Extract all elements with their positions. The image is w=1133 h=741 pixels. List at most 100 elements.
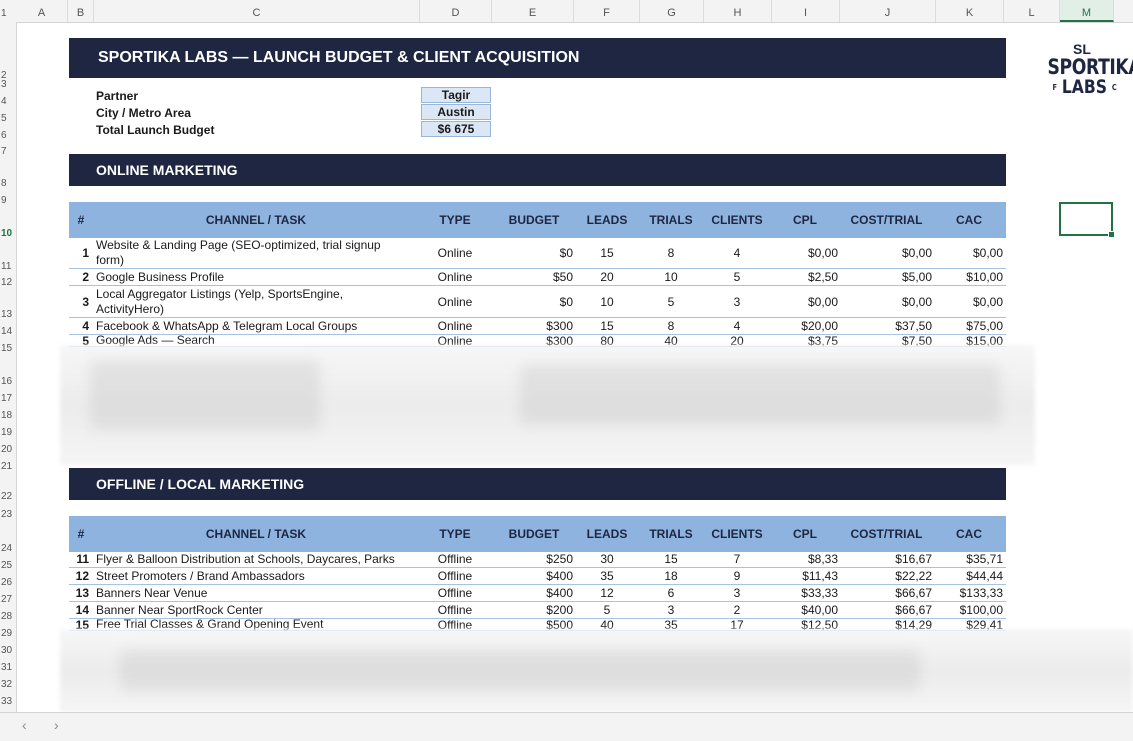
cell-cost-trial[interactable]: $22,22: [841, 568, 932, 584]
column-header-a[interactable]: A: [16, 0, 68, 22]
row-header-7[interactable]: 7: [0, 146, 17, 157]
total-budget-value[interactable]: $6 675: [421, 121, 491, 137]
cell-budget[interactable]: $400: [504, 585, 573, 601]
cell-budget[interactable]: $400: [504, 568, 573, 584]
cell-cpl[interactable]: $33,33: [772, 585, 838, 601]
row-header-30[interactable]: 30: [0, 645, 17, 656]
prev-sheet-arrow-icon[interactable]: ‹: [22, 717, 27, 733]
row-header-33[interactable]: 33: [0, 696, 17, 707]
cell-budget[interactable]: $0: [504, 237, 573, 268]
cell-type[interactable]: Online: [421, 237, 489, 268]
cell-clients[interactable]: 5: [705, 269, 769, 285]
row-header-10[interactable]: 10: [0, 228, 17, 239]
row-header-12[interactable]: 12: [0, 277, 17, 288]
column-header-j[interactable]: J: [840, 0, 936, 22]
row-header-5[interactable]: 5: [0, 113, 17, 124]
column-header-l[interactable]: L: [1004, 0, 1060, 22]
cell-cost-trial[interactable]: $37,50: [841, 318, 932, 334]
cell-cpl[interactable]: $8,33: [772, 551, 838, 567]
cell-channel[interactable]: Banners Near Venue: [96, 585, 406, 601]
cell-clients[interactable]: 4: [705, 237, 769, 268]
row-header-1[interactable]: 1: [0, 8, 17, 19]
row-header-18[interactable]: 18: [0, 410, 17, 421]
row-header-25[interactable]: 25: [0, 560, 17, 571]
cell-leads[interactable]: 15: [577, 237, 637, 268]
cell-cost-trial[interactable]: $0,00: [841, 237, 932, 268]
cell-budget[interactable]: $200: [504, 602, 573, 618]
cell-trials[interactable]: 15: [639, 551, 703, 567]
cell-type[interactable]: Offline: [421, 585, 489, 601]
cell-budget[interactable]: $50: [504, 269, 573, 285]
cell-num[interactable]: 3: [69, 286, 89, 317]
column-header-g[interactable]: G: [640, 0, 704, 22]
row-header-23[interactable]: 23: [0, 509, 17, 520]
row-header-29[interactable]: 29: [0, 628, 17, 639]
cell-channel[interactable]: Banner Near SportRock Center: [96, 602, 406, 618]
cell-clients[interactable]: 4: [705, 318, 769, 334]
column-header-i[interactable]: I: [772, 0, 840, 22]
cell-num[interactable]: 11: [69, 551, 89, 567]
row-header-28[interactable]: 28: [0, 611, 17, 622]
cell-budget[interactable]: $0: [504, 286, 573, 317]
cell-cpl[interactable]: $20,00: [772, 318, 838, 334]
cell-clients[interactable]: 2: [705, 602, 769, 618]
row-header-20[interactable]: 20: [0, 444, 17, 455]
cell-cost-trial[interactable]: $66,67: [841, 602, 932, 618]
cell-leads[interactable]: 20: [577, 269, 637, 285]
table-row[interactable]: 12 Street Promoters / Brand Ambassadors Of…: [69, 568, 1006, 585]
row-header-17[interactable]: 17: [0, 393, 17, 404]
cell-num[interactable]: 4: [69, 318, 89, 334]
cell-leads[interactable]: 35: [577, 568, 637, 584]
row-header-24[interactable]: 24: [0, 543, 17, 554]
row-header-9[interactable]: 9: [0, 195, 17, 206]
cell-type[interactable]: Offline: [421, 568, 489, 584]
cell-num[interactable]: 12: [69, 568, 89, 584]
cell-num[interactable]: 13: [69, 585, 89, 601]
cell-trials[interactable]: 8: [639, 237, 703, 268]
cell-num[interactable]: 2: [69, 269, 89, 285]
column-header-m[interactable]: M: [1060, 0, 1114, 22]
cell-type[interactable]: Online: [421, 286, 489, 317]
cell-type[interactable]: Offline: [421, 602, 489, 618]
table-row[interactable]: 1 Website & Landing Page (SEO-optimized, …: [69, 237, 1006, 269]
cell-type[interactable]: Online: [421, 318, 489, 334]
cell-num[interactable]: 1: [69, 237, 89, 268]
cell-cac[interactable]: $100,00: [935, 602, 1003, 618]
cell-cost-trial[interactable]: $0,00: [841, 286, 932, 317]
column-header-e[interactable]: E: [492, 0, 574, 22]
column-header-k[interactable]: K: [936, 0, 1004, 22]
cell-clients[interactable]: 3: [705, 585, 769, 601]
table-row[interactable]: 2 Google Business Profile Online $50 20 10 5 $2…: [69, 269, 1006, 286]
row-header-22[interactable]: 22: [0, 491, 17, 502]
cell-cpl[interactable]: $0,00: [772, 237, 838, 268]
cell-leads[interactable]: 15: [577, 318, 637, 334]
cell-leads[interactable]: 5: [577, 602, 637, 618]
column-header-b[interactable]: B: [68, 0, 94, 22]
cell-cpl[interactable]: $0,00: [772, 286, 838, 317]
cell-clients[interactable]: 7: [705, 551, 769, 567]
row-header-27[interactable]: 27: [0, 594, 17, 605]
cell-leads[interactable]: 12: [577, 585, 637, 601]
cell-cac[interactable]: $44,44: [935, 568, 1003, 584]
table-row[interactable]: 3 Local Aggregator Listings (Yelp, Sports…: [69, 286, 1006, 318]
cell-channel[interactable]: Facebook & WhatsApp & Telegram Local Gro…: [96, 318, 406, 334]
row-header-26[interactable]: 26: [0, 577, 17, 588]
row-header-6[interactable]: 6: [0, 130, 17, 141]
cell-budget[interactable]: $250: [504, 551, 573, 567]
row-header-15[interactable]: 15: [0, 343, 17, 354]
cell-trials[interactable]: 10: [639, 269, 703, 285]
cell-clients[interactable]: 9: [705, 568, 769, 584]
cell-cpl[interactable]: $11,43: [772, 568, 838, 584]
row-header-8[interactable]: 8: [0, 178, 17, 189]
cell-cpl[interactable]: $2,50: [772, 269, 838, 285]
row-header-16[interactable]: 16: [0, 376, 17, 387]
cell-cost-trial[interactable]: $5,00: [841, 269, 932, 285]
column-header-d[interactable]: D: [420, 0, 492, 22]
cell-cpl[interactable]: $40,00: [772, 602, 838, 618]
row-header-31[interactable]: 31: [0, 662, 17, 673]
cell-cac[interactable]: $35,71: [935, 551, 1003, 567]
cell-cac[interactable]: $10,00: [935, 269, 1003, 285]
table-row[interactable]: 11 Flyer & Balloon Distribution at School…: [69, 551, 1006, 568]
row-header-3[interactable]: 3: [0, 79, 17, 90]
city-value[interactable]: Austin: [421, 104, 491, 120]
